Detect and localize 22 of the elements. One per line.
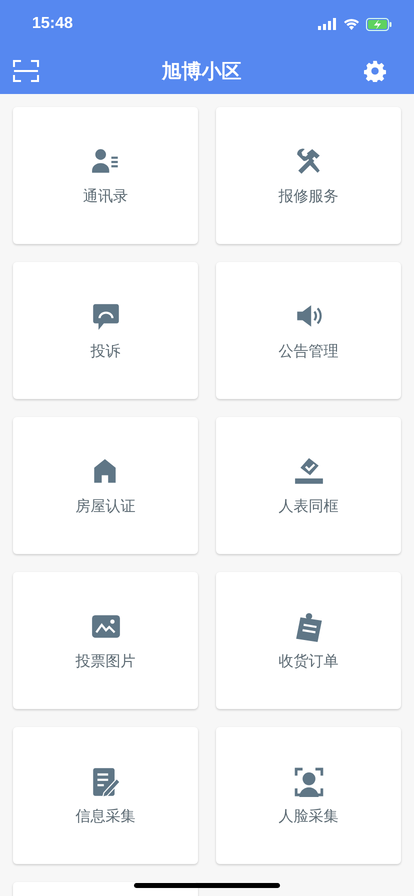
menu-tile[interactable]: 人脸采集 [216, 727, 401, 864]
menu-tile[interactable]: 房屋认证 [13, 417, 198, 554]
document-edit-icon [90, 767, 120, 797]
scan-icon[interactable] [13, 59, 39, 83]
status-time: 15:48 [32, 15, 73, 33]
notes-icon [294, 612, 324, 642]
wifi-icon [343, 18, 360, 30]
menu-tile[interactable]: 人表同框 [216, 417, 401, 554]
battery-charging-icon [366, 18, 392, 30]
face-scan-icon [294, 767, 324, 797]
menu-tile[interactable]: 通讯录 [13, 107, 198, 244]
menu-tile[interactable]: 报修服务 [216, 107, 401, 244]
menu-tile[interactable]: 投票图片 [13, 572, 198, 709]
settings-icon[interactable] [364, 60, 386, 82]
menu-tile[interactable]: 信息采集 [13, 727, 198, 864]
menu-tile[interactable]: 收货订单 [216, 572, 401, 709]
menu-tile[interactable]: 公告管理 [216, 262, 401, 399]
signal-icon [318, 18, 337, 30]
menu-tile[interactable]: 投诉 [13, 262, 198, 399]
page-title: 旭博小区 [162, 58, 242, 84]
chat-bubble-icon [90, 302, 120, 332]
ballot-box-icon [294, 457, 324, 487]
